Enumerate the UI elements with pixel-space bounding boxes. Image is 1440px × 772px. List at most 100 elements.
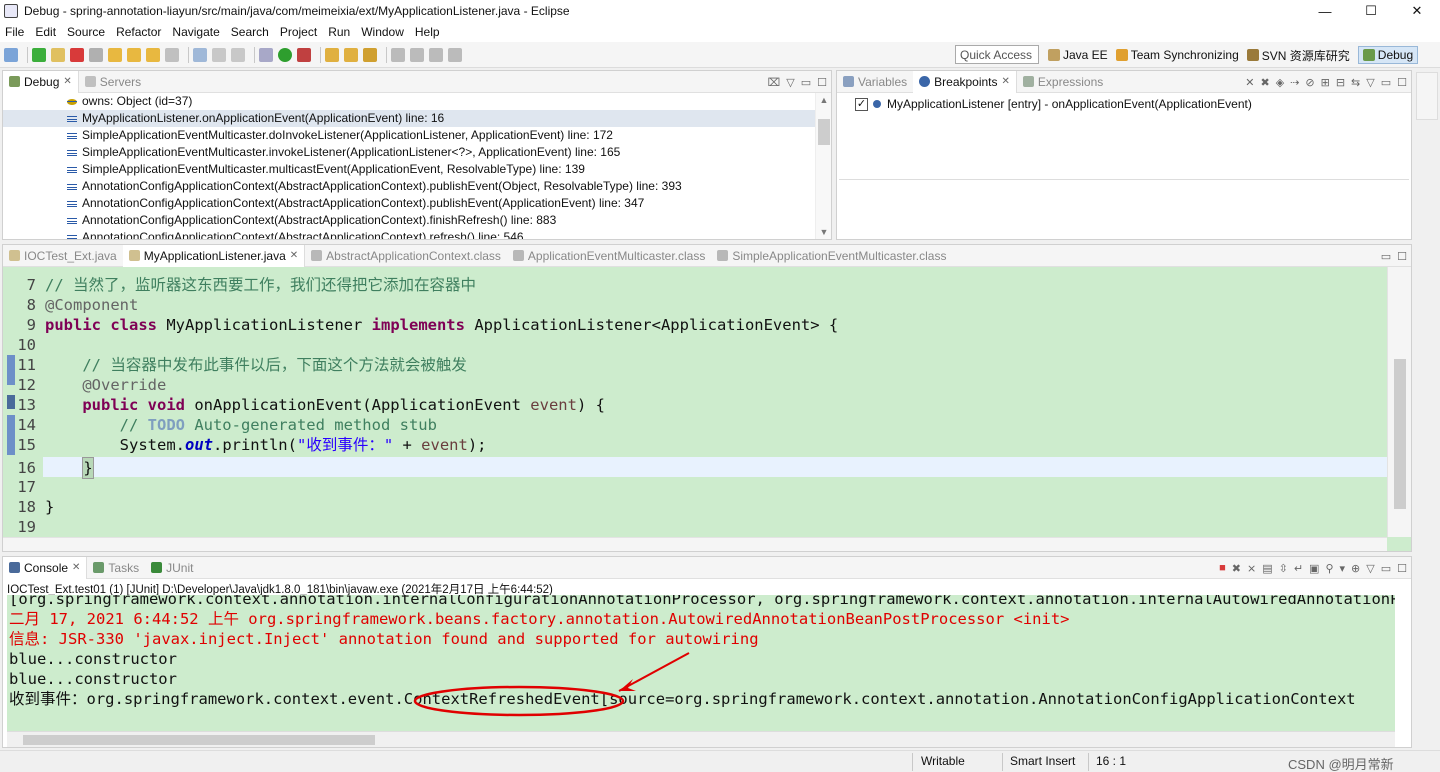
menu-edit[interactable]: Edit [35,25,56,39]
external-tools-icon[interactable] [297,47,311,62]
show-supported-icon[interactable]: ◈ [1276,76,1284,89]
display-console-icon[interactable]: ▾ [1340,562,1346,575]
maximize-button[interactable]: ☐ [1348,0,1394,22]
maximize-view-icon[interactable]: ☐ [1397,76,1407,89]
breakpoint-checkbox[interactable]: ✓ [855,97,868,111]
perspective-team-sync[interactable]: Team Synchronizing [1115,48,1239,62]
quick-access-input[interactable]: Quick Access [955,45,1039,64]
list-item[interactable]: SimpleApplicationEventMulticaster.multic… [3,161,815,178]
tab-abstractapplicationcontext[interactable]: AbstractApplicationContext.class [305,245,507,267]
menu-window[interactable]: Window [361,25,404,39]
view-menu-icon[interactable]: ▽ [1366,562,1374,575]
close-icon[interactable]: ✕ [63,76,71,87]
minimize-button[interactable]: — [1302,0,1348,22]
close-icon[interactable]: ✕ [1002,76,1010,87]
debug-view-scrollbar[interactable]: ▲ ▼ [815,93,831,239]
tab-servers[interactable]: Servers [79,71,147,93]
print-icon[interactable] [231,47,245,62]
prev-annotation-icon[interactable] [410,47,424,62]
list-item[interactable]: MyApplicationListener.onApplicationEvent… [3,110,815,127]
tab-myapplicationlistener[interactable]: MyApplicationListener.java ✕ [122,244,306,267]
view-menu-icon[interactable]: ▽ [786,76,794,89]
list-item[interactable]: owns: Object (id=37) [3,93,815,110]
tab-console[interactable]: Console ✕ [3,556,88,579]
search-icon[interactable] [363,47,377,62]
remove-launch-icon[interactable]: ✖ [1232,562,1241,575]
minimize-view-icon[interactable]: ▭ [1381,250,1391,263]
editor-scrollbar[interactable] [1387,267,1411,537]
tab-simpleapplicationeventmulticaster[interactable]: SimpleApplicationEventMulticaster.class [711,245,952,267]
menu-search[interactable]: Search [231,25,269,39]
scroll-thumb[interactable] [1394,359,1406,509]
menu-run[interactable]: Run [328,25,350,39]
go-to-file-icon[interactable]: ⇢ [1290,76,1299,89]
skip-breakpoints-icon[interactable] [4,47,18,62]
tab-debug[interactable]: Debug ✕ [3,70,79,93]
tab-junit[interactable]: JUnit [145,557,199,579]
editor-horizontal-scrollbar[interactable] [3,537,1387,551]
close-icon[interactable]: ✕ [290,250,298,261]
step-over-icon[interactable] [127,47,141,62]
menu-help[interactable]: Help [415,25,440,39]
run-icon[interactable] [278,47,292,62]
perspective-java-ee[interactable]: Java EE [1048,48,1108,62]
pin-console-icon[interactable]: ⚲ [1325,562,1333,575]
suspend-icon[interactable] [51,47,65,62]
scroll-lock-icon[interactable]: ⇳ [1279,562,1288,575]
new-icon[interactable] [193,47,207,62]
clear-console-icon[interactable]: ▤ [1262,562,1272,575]
minimize-view-icon[interactable]: ▭ [1381,76,1391,89]
remove-all-terminated-icon[interactable]: ⨯ [1247,562,1256,575]
expand-all-icon[interactable]: ⊞ [1321,76,1330,89]
tab-variables[interactable]: Variables [837,71,913,93]
menu-navigate[interactable]: Navigate [172,25,219,39]
resume-icon[interactable] [32,47,46,62]
maximize-view-icon[interactable]: ☐ [817,76,827,89]
maximize-view-icon[interactable]: ☐ [1397,562,1407,575]
open-type-icon[interactable] [325,47,339,62]
open-task-icon[interactable] [344,47,358,62]
list-item[interactable]: AnnotationConfigApplicationContext(Abstr… [3,195,815,212]
open-console-icon[interactable]: ⊕ [1351,562,1360,575]
terminate-icon[interactable] [70,47,84,62]
tab-applicationeventmulticaster[interactable]: ApplicationEventMulticaster.class [507,245,711,267]
step-into-icon[interactable] [108,47,122,62]
menu-file[interactable]: File [5,25,24,39]
maximize-view-icon[interactable]: ☐ [1397,250,1407,263]
tab-expressions[interactable]: Expressions [1017,71,1109,93]
scroll-thumb[interactable] [23,735,375,745]
minimize-view-icon[interactable]: ▭ [1381,562,1391,575]
terminate-icon[interactable]: ■ [1219,562,1226,574]
perspective-debug[interactable]: Debug [1357,46,1419,64]
menu-project[interactable]: Project [280,25,317,39]
minimize-view-icon[interactable]: ▭ [801,76,811,89]
list-item[interactable]: SimpleApplicationEventMulticaster.invoke… [3,144,815,161]
tab-tasks[interactable]: Tasks [87,557,145,579]
collapse-all-icon[interactable]: ⊟ [1336,76,1345,89]
code-editor[interactable]: 7 // 当然了，监听器这东西要工作，我们还得把它添加在容器中 8 @Compone… [3,267,1411,551]
remove-all-breakpoints-icon[interactable]: ✖ [1260,76,1269,89]
close-button[interactable]: ✕ [1394,0,1440,22]
scroll-thumb[interactable] [818,119,830,145]
remove-breakpoint-icon[interactable]: ✕ [1245,76,1254,89]
next-annotation-icon[interactable] [391,47,405,62]
list-item[interactable]: AnnotationConfigApplicationContext(Abstr… [3,229,815,239]
menu-refactor[interactable]: Refactor [116,25,161,39]
list-item[interactable]: AnnotationConfigApplicationContext(Abstr… [3,212,815,229]
list-item[interactable]: ✓ MyApplicationListener [entry] - onAppl… [855,97,1252,111]
save-icon[interactable] [212,47,226,62]
back-icon[interactable] [429,47,443,62]
step-return-icon[interactable] [146,47,160,62]
show-on-output-icon[interactable]: ▣ [1309,562,1319,575]
link-with-debug-icon[interactable]: ⇆ [1351,76,1360,89]
list-item[interactable]: SimpleApplicationEventMulticaster.doInvo… [3,127,815,144]
perspective-svn[interactable]: SVN 资源库研究 [1246,47,1350,64]
scroll-up-icon[interactable]: ▲ [816,93,832,107]
remove-terminated-icon[interactable]: ⌧ [768,76,781,89]
list-item[interactable]: AnnotationConfigApplicationContext(Abstr… [3,178,815,195]
drop-to-frame-icon[interactable] [165,47,179,62]
console-output[interactable]: [org.springframework.context.annotation.… [7,595,1395,731]
tab-breakpoints[interactable]: Breakpoints ✕ [913,70,1017,93]
tab-ioctest-ext[interactable]: IOCTest_Ext.java [3,245,123,267]
view-menu-icon[interactable]: ▽ [1366,76,1374,89]
